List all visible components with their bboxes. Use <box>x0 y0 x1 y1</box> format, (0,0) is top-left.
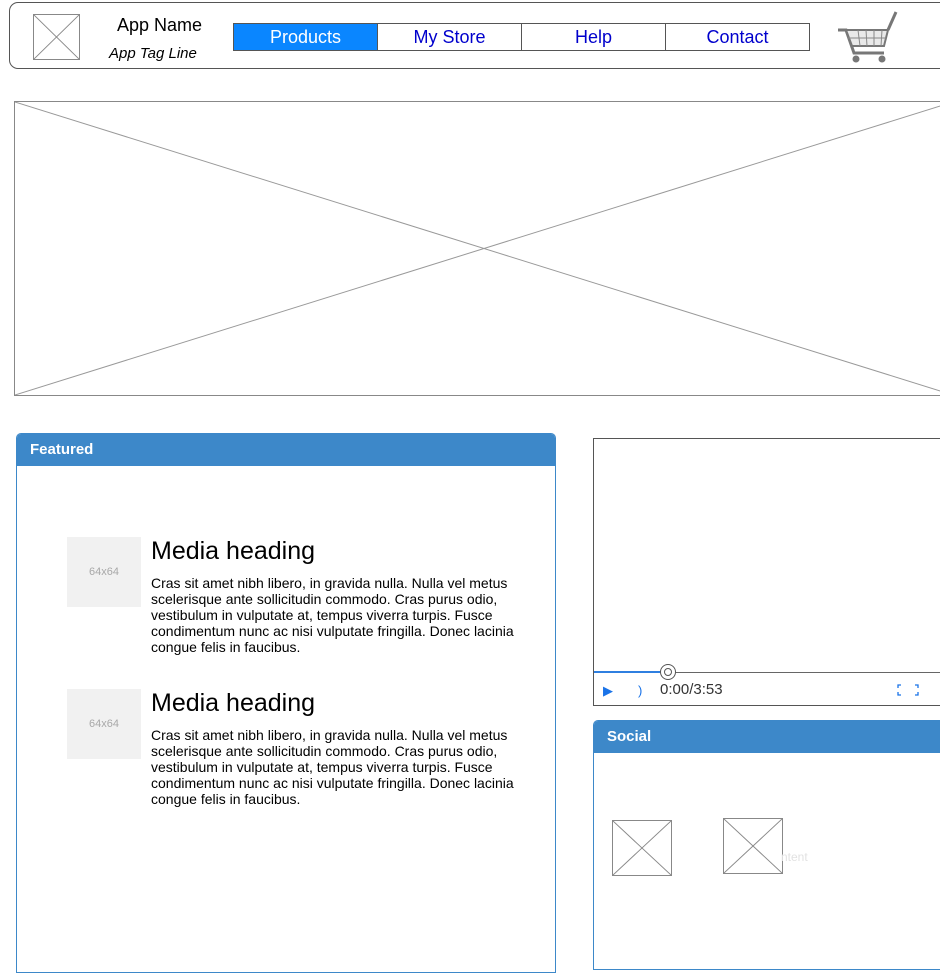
media-thumbnail: 64x64 <box>67 537 141 607</box>
main-nav: Products My Store Help Contact <box>233 23 810 51</box>
social-image-placeholder-icon[interactable] <box>723 818 783 874</box>
nav-contact[interactable]: Contact <box>665 24 809 50</box>
media-body: Cras sit amet nibh libero, in gravida nu… <box>151 575 514 655</box>
featured-panel: Featured 64x64 Media heading Cras sit am… <box>16 433 556 973</box>
video-time: 0:00/3:53 <box>660 681 723 698</box>
nav-products[interactable]: Products <box>234 24 377 50</box>
video-player[interactable]: ▶ ) 0:00/3:53 <box>593 438 940 706</box>
social-image-placeholder-icon[interactable] <box>612 820 672 876</box>
cart-icon[interactable] <box>836 10 900 64</box>
social-panel-title: Social <box>594 721 940 753</box>
media-body: Cras sit amet nibh libero, in gravida nu… <box>151 727 514 807</box>
media-heading: Media heading <box>151 537 316 565</box>
hero-image-placeholder <box>14 101 940 396</box>
nav-help[interactable]: Help <box>521 24 665 50</box>
volume-icon[interactable]: ) <box>638 683 642 698</box>
logo-placeholder-icon <box>33 14 80 60</box>
social-faint-text: ntent <box>781 850 808 864</box>
featured-panel-title: Featured <box>17 434 555 466</box>
app-tagline: App Tag Line <box>109 45 197 62</box>
fullscreen-icon[interactable] <box>897 683 919 696</box>
video-seek-handle[interactable] <box>660 664 676 680</box>
media-heading: Media heading <box>151 689 316 717</box>
media-thumbnail: 64x64 <box>67 689 141 759</box>
play-icon[interactable]: ▶ <box>603 683 613 699</box>
video-progress-bar <box>594 671 666 673</box>
app-name: App Name <box>117 15 203 35</box>
nav-my-store[interactable]: My Store <box>377 24 521 50</box>
